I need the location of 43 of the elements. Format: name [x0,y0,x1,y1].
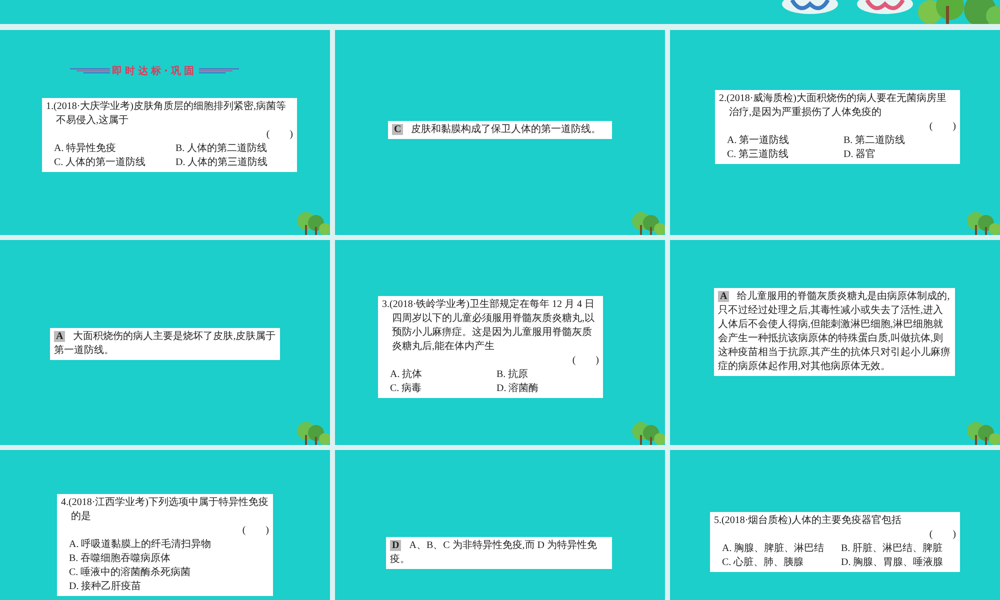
explanation-text: C 皮肤和黏膜构成了保卫人体的第一道防线。 [392,123,602,137]
answer-option: D. 胸腺、胃腺、唾液腺 [841,556,956,570]
answer-option: C. 唾液中的溶菌酶杀死病菌 [69,566,269,580]
tree-icon [629,419,665,445]
explanation-text: A 给儿童服用的脊髓灰质炎糖丸是由病原体制成的,只不过经过处理之后,其毒性减小或失去了活性,进入人体后不会使人得病,但能刺激淋巴细胞,淋巴细胞就会产生一种抵抗该病原体的特殊蛋白质,叫做抗体,则这种疫苗相当于抗原,其产生的抗体只对引起小儿麻痹症的病原体起作用,对其他病原体无效。 [718,290,951,374]
question-text: 4.(2018·江西学业考)下列选项中属于特异性免疫的是 [61,496,269,524]
answer-option: D. 接种乙肝疫苗 [69,580,269,594]
answer-bracket: ( ) [929,528,956,542]
answer-option: A. 呼吸道黏膜上的纤毛清扫异物 [69,538,269,552]
answer-option: D. 溶菌酶 [496,382,599,396]
answer-option: A. 第一道防线 [727,134,840,148]
answer-option: A. 抗体 [390,368,492,382]
answer-bracket: ( ) [242,524,269,538]
answer-option: C. 人体的第一道防线 [54,156,172,170]
answer-option: C. 第三道防线 [727,148,840,162]
question-text: 2.(2018·威海质检)大面积烧伤的病人要在无菌病房里治疗,是因为严重损伤了人体免疫的 [719,92,948,120]
answer-option: B. 吞噬细胞吞噬病原体 [69,552,269,566]
answer-option: B. 肝脏、淋巴结、脾脏 [841,542,956,556]
answer-option: C. 心脏、肺、胰腺 [722,556,837,570]
section-title: 即时达标·巩固 [112,64,197,78]
answer-option: D. 器官 [844,148,956,162]
tree-icon [294,419,330,445]
answer-option: D. 人体的第三道防线 [176,156,293,170]
tree-icon [629,209,665,235]
answer-option: B. 人体的第二道防线 [176,142,293,156]
answer-option: C. 病毒 [390,382,492,396]
explanation-text: D A、B、C 为非特异性免疫,而 D 为特异性免疫。 [390,539,598,567]
answer-option: A. 胸腺、脾脏、淋巴结 [722,542,837,556]
answer-bracket: ( ) [572,354,599,368]
answer-option: B. 抗原 [496,368,599,382]
answer-bracket: ( ) [929,120,956,134]
answer-option: B. 第二道防线 [844,134,956,148]
tree-icon [964,419,1000,445]
answer-bracket: ( ) [266,128,293,142]
question-text: 1.(2018·大庆学业考)皮肤角质层的细胞排列紧密,病菌等不易侵入,这属于 [46,100,287,128]
explanation-text: A 大面积烧伤的病人主要是烧坏了皮肤,皮肤属于第一道防线。 [54,330,276,358]
answer-option: A. 特异性免疫 [54,142,172,156]
tree-icon [294,209,330,235]
question-text: 3.(2018·铁岭学业考)卫生部规定在每年 12 月 4 日四周岁以下的儿童必须服用脊髓灰质炎糖丸,以预防小儿麻痹症。这是因为儿童服用脊髓灰质炎糖丸后,能在体内产生 [382,298,596,354]
question-text: 5.(2018·烟台质检)人体的主要免疫器官包括 [714,514,902,528]
header-rule-drawing [198,67,239,75]
header-rule-drawing [70,67,110,75]
tree-icon [964,209,1000,235]
